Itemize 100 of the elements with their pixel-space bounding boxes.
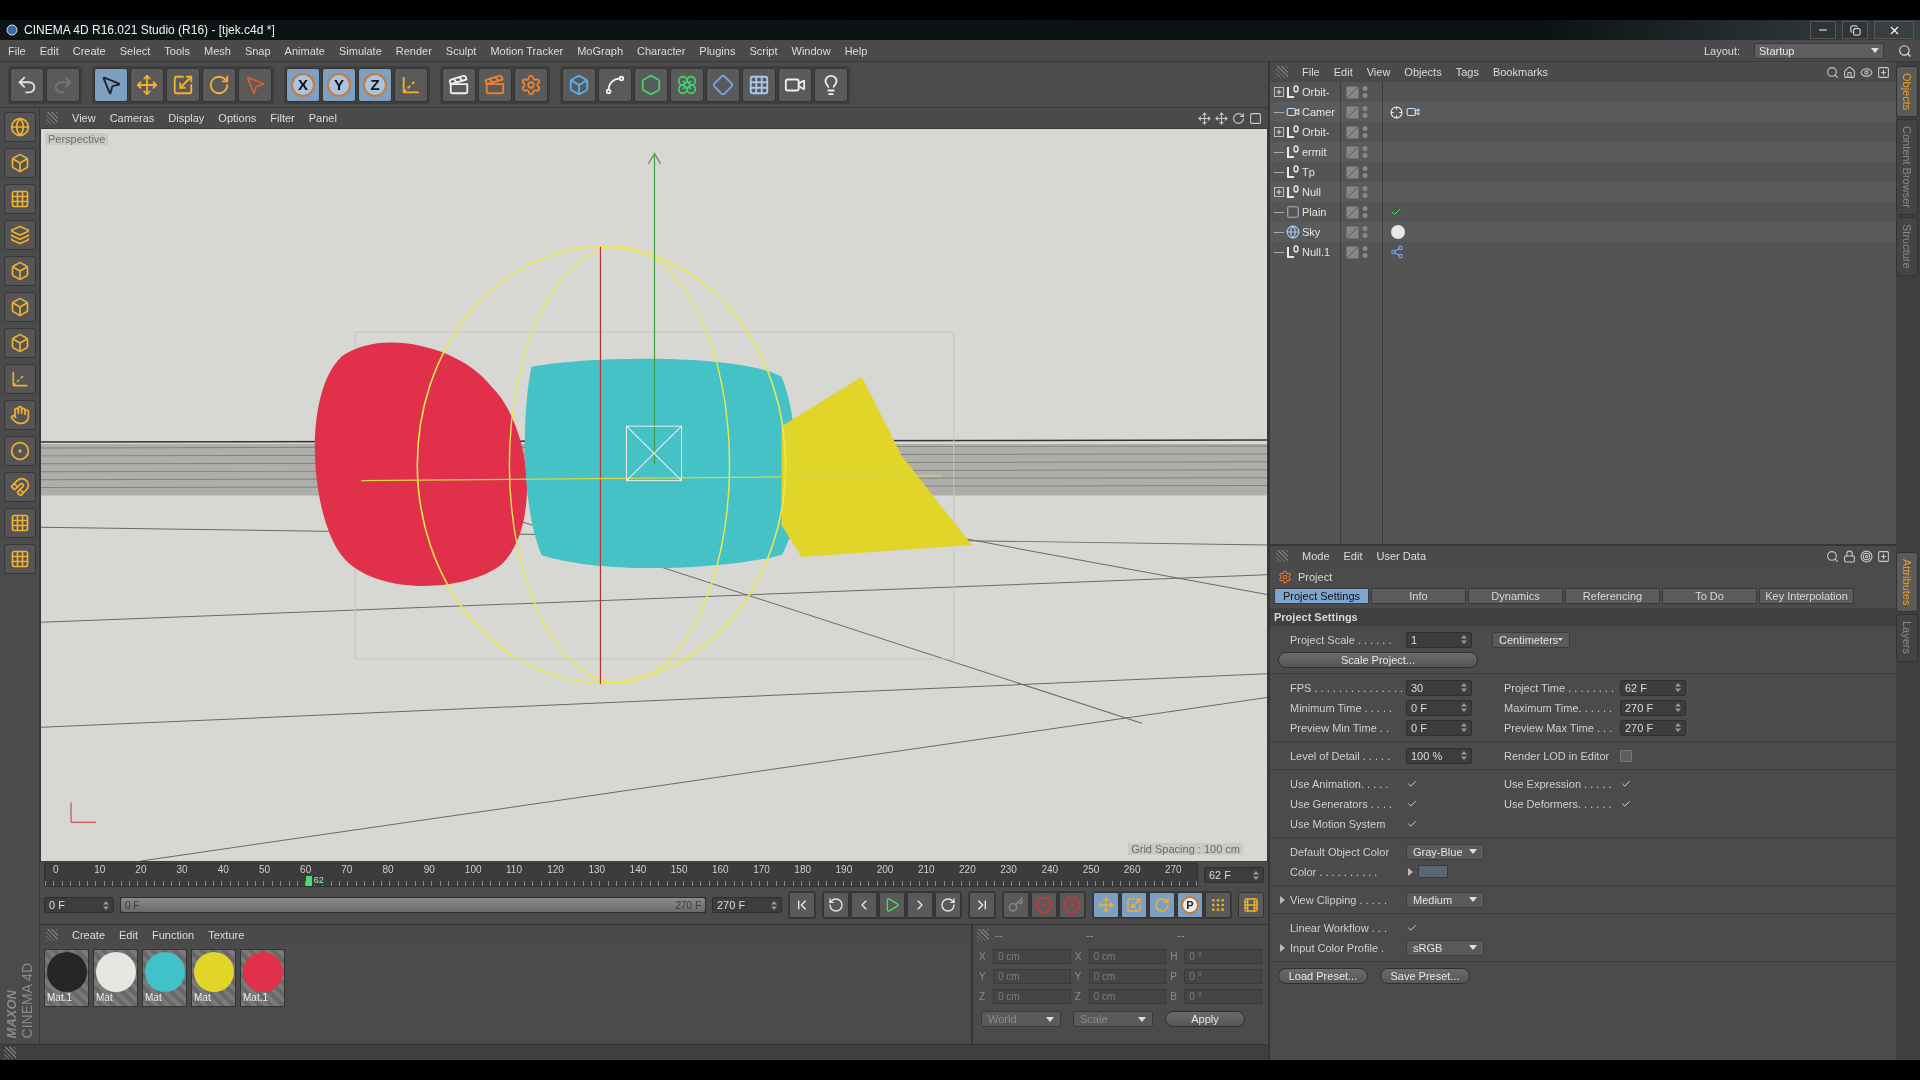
preset-button[interactable]: Save Preset... [1380,968,1470,984]
menu-item[interactable]: Script [749,44,778,57]
menu-item[interactable]: Window [791,44,831,57]
spin-arrows-icon[interactable] [771,900,777,910]
spin-arrows-icon[interactable] [1253,870,1259,880]
rotate-key-button[interactable] [1149,892,1175,918]
magnet-tool-button[interactable] [3,472,36,502]
maximize-button[interactable] [1842,21,1868,39]
visibility-dots-icon[interactable] [1362,165,1368,179]
menu-item[interactable]: Cameras [109,112,155,124]
number-field[interactable]: 270 F [1620,719,1686,736]
material-thumbnail[interactable]: Mat [142,949,187,1007]
go-to-end-button[interactable] [969,892,995,918]
array-button[interactable] [670,67,704,102]
axis-lock-button[interactable]: Z [358,67,392,102]
visibility-dots-icon[interactable] [1362,105,1368,119]
spin-arrows-icon[interactable] [1461,703,1467,712]
menu-item[interactable]: File [1302,66,1320,78]
tab[interactable]: Dynamics [1468,588,1563,604]
object-name[interactable]: Null.1 [1302,246,1331,258]
tab[interactable]: Referencing [1565,588,1660,604]
number-field[interactable]: 62 F [1620,679,1686,696]
move-button[interactable] [130,67,164,102]
color-swatch[interactable] [1418,865,1448,878]
tab[interactable]: Project Settings [1274,588,1369,604]
menu-item[interactable]: File [8,44,26,57]
object-name[interactable]: Tp [1302,166,1315,178]
expand-plus-icon[interactable] [1274,187,1284,197]
visibility-dots-icon[interactable] [1362,205,1368,219]
checkbox[interactable] [1620,749,1632,762]
menu-item[interactable]: Mesh [204,44,231,57]
menu-item[interactable]: Texture [208,929,245,941]
material-thumbnail[interactable]: Mat.1 [44,949,89,1007]
coordinates-button[interactable] [394,67,428,102]
play-button[interactable] [879,892,905,918]
dropdown[interactable]: Gray-Blue [1406,843,1484,860]
timeline-ruler[interactable]: 0 10 20 30 40 50 60 70 80 90 100 110 120 130 140 150 160 170 180 190 200 210 220 230 240 250 260 270 62 [44,863,1198,887]
start-frame-field[interactable]: 0 F [44,897,114,913]
menu-item[interactable]: Edit [1343,550,1363,562]
material-thumbnail[interactable]: Mat [191,949,236,1007]
menu-item[interactable]: Objects [1404,66,1442,78]
menu-item[interactable]: Edit [119,929,138,941]
dropdown[interactable]: sRGB [1406,939,1484,956]
previous-frame-button[interactable] [851,892,877,918]
cube-tool-button[interactable] [3,292,36,322]
spin-arrows-icon[interactable] [1675,703,1681,712]
number-field[interactable]: 1 [1406,631,1472,648]
menu-item[interactable]: Create [72,44,106,57]
visibility-dots-icon[interactable] [1362,85,1368,99]
number-field[interactable]: 270 F [1620,699,1686,716]
minimize-button[interactable] [1810,21,1836,39]
layer-toggle-icon[interactable] [1346,245,1359,259]
menu-item[interactable]: Bookmarks [1492,66,1548,78]
render-view-button[interactable] [442,67,476,102]
number-field[interactable]: 0 F [1406,699,1472,716]
autokey-button[interactable] [1059,892,1085,918]
object-name[interactable]: Sky [1302,226,1321,238]
points-key-button[interactable] [1205,892,1231,918]
object-name[interactable]: Orbit- [1302,86,1330,98]
menu-item[interactable]: Tags [1455,66,1479,78]
expand-arrow-icon[interactable] [1278,895,1286,904]
axis-lock-button[interactable]: Y [322,67,356,102]
expand-arrow-icon[interactable] [1406,867,1414,876]
menu-item[interactable]: Plugins [699,44,736,57]
menu-item[interactable]: Create [72,929,106,941]
grid-tool-button[interactable] [3,544,36,574]
layer-toggle-icon[interactable] [1346,205,1359,219]
number-field[interactable]: 30 [1406,679,1472,696]
layer-toggle-icon[interactable] [1346,85,1359,99]
material-thumbnail[interactable]: Mat.1 [240,949,285,1007]
menu-item[interactable]: Animate [284,44,325,57]
camera-button[interactable] [778,67,812,102]
menu-item[interactable]: View [1366,66,1391,78]
undo-button[interactable] [10,67,44,102]
menu-item[interactable]: Display [168,112,205,124]
playhead[interactable] [305,876,312,886]
number-field[interactable]: 100 % [1406,747,1472,764]
scale-button[interactable] [166,67,200,102]
menu-item[interactable]: Select [119,44,151,57]
cube-tool-button[interactable] [3,148,36,178]
spin-arrows-icon[interactable] [1675,723,1681,732]
object-name[interactable]: Camer [1302,106,1335,118]
next-key-button[interactable] [935,892,961,918]
menu-item[interactable]: Motion Tracker [490,44,564,57]
scale-key-button[interactable] [1121,892,1147,918]
menu-item[interactable]: Tools [164,44,190,57]
menu-item[interactable]: User Data [1376,550,1427,562]
tab[interactable]: To Do [1662,588,1757,604]
menu-item[interactable]: Render [395,44,432,57]
spin-arrows-icon[interactable] [103,900,109,910]
generator-button[interactable] [634,67,668,102]
menu-item[interactable]: Options [218,112,257,124]
spin-arrows-icon[interactable] [1461,683,1467,692]
keyframe-button[interactable] [1003,892,1029,918]
layer-toggle-icon[interactable] [1346,225,1359,239]
light-button[interactable] [814,67,848,102]
layer-toggle-icon[interactable] [1346,105,1359,119]
object-name[interactable]: Orbit- [1302,126,1330,138]
object-name[interactable]: Plain [1302,206,1327,218]
layer-toggle-icon[interactable] [1346,165,1359,179]
